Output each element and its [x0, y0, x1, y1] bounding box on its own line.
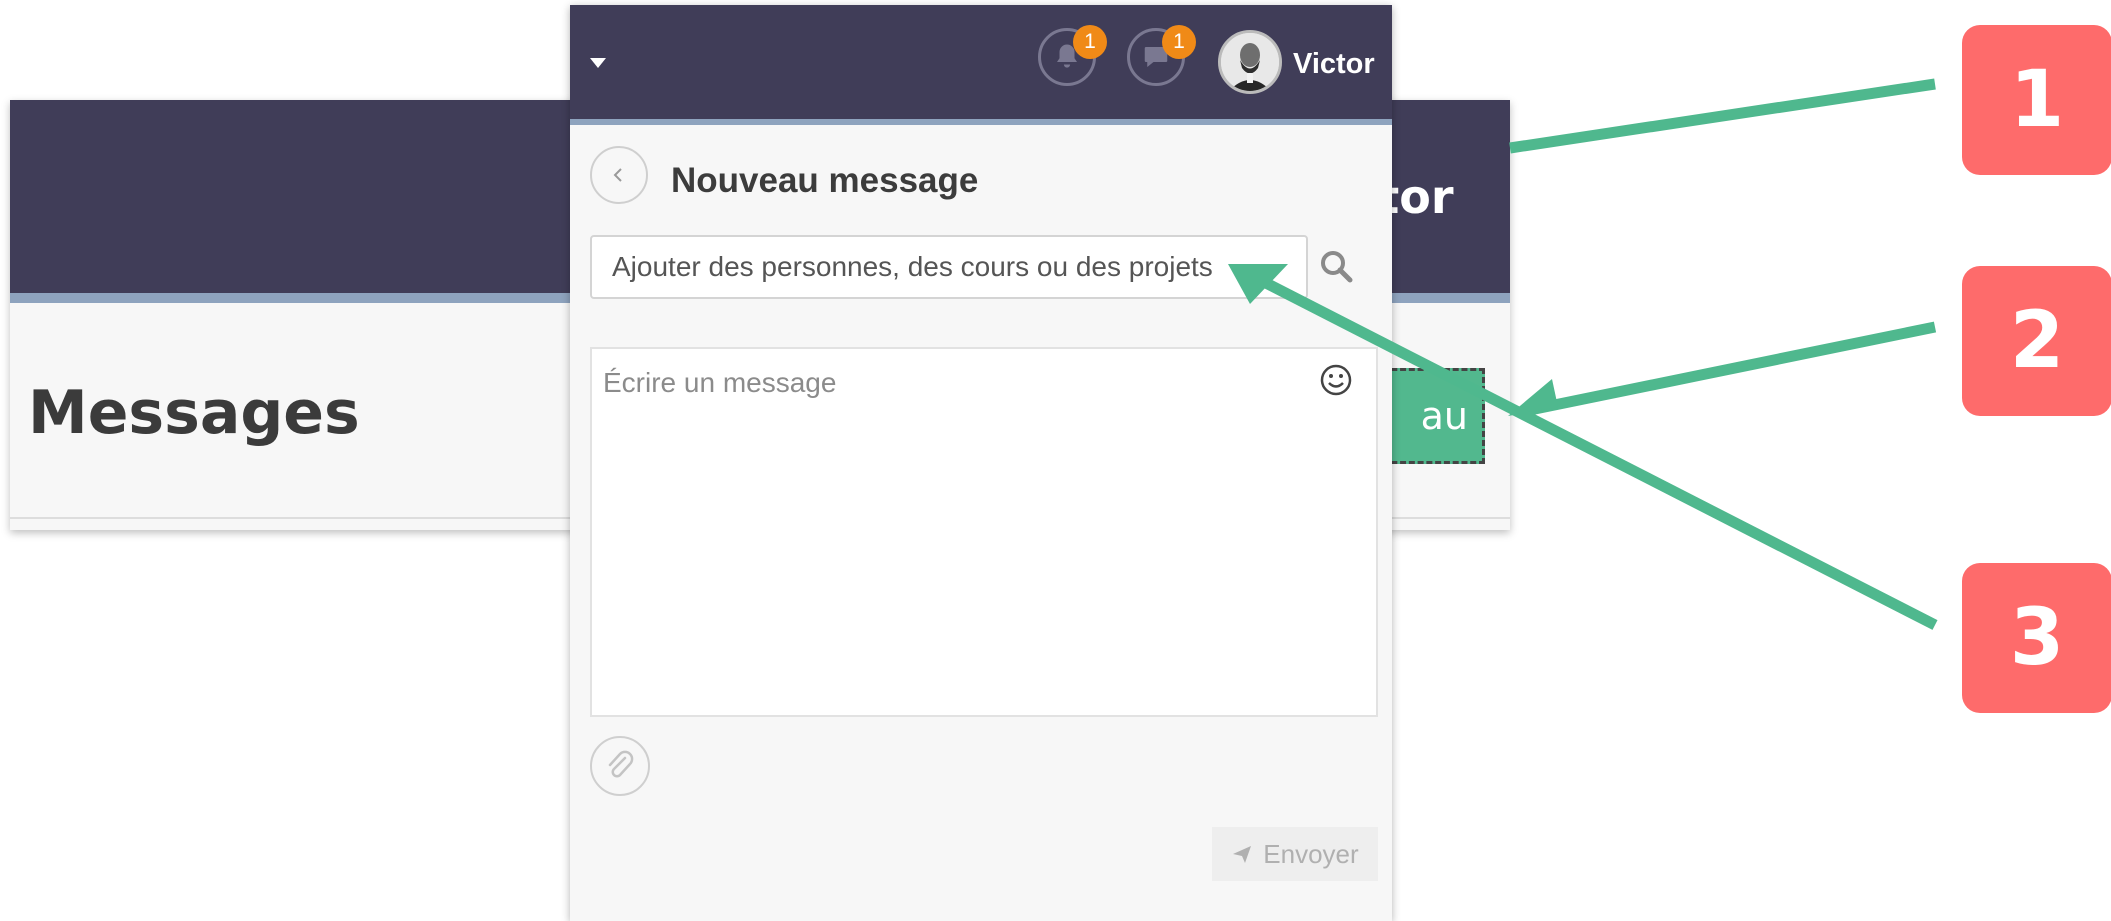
callout-1: 1: [1962, 25, 2111, 175]
callout-2: 2: [1962, 266, 2111, 416]
arrow-2: [1528, 321, 1937, 416]
annotation-arrows: [1228, 78, 1938, 630]
arrow-3: [1257, 275, 1938, 630]
arrow-1: [1509, 78, 1936, 154]
callout-3: 3: [1962, 563, 2111, 713]
